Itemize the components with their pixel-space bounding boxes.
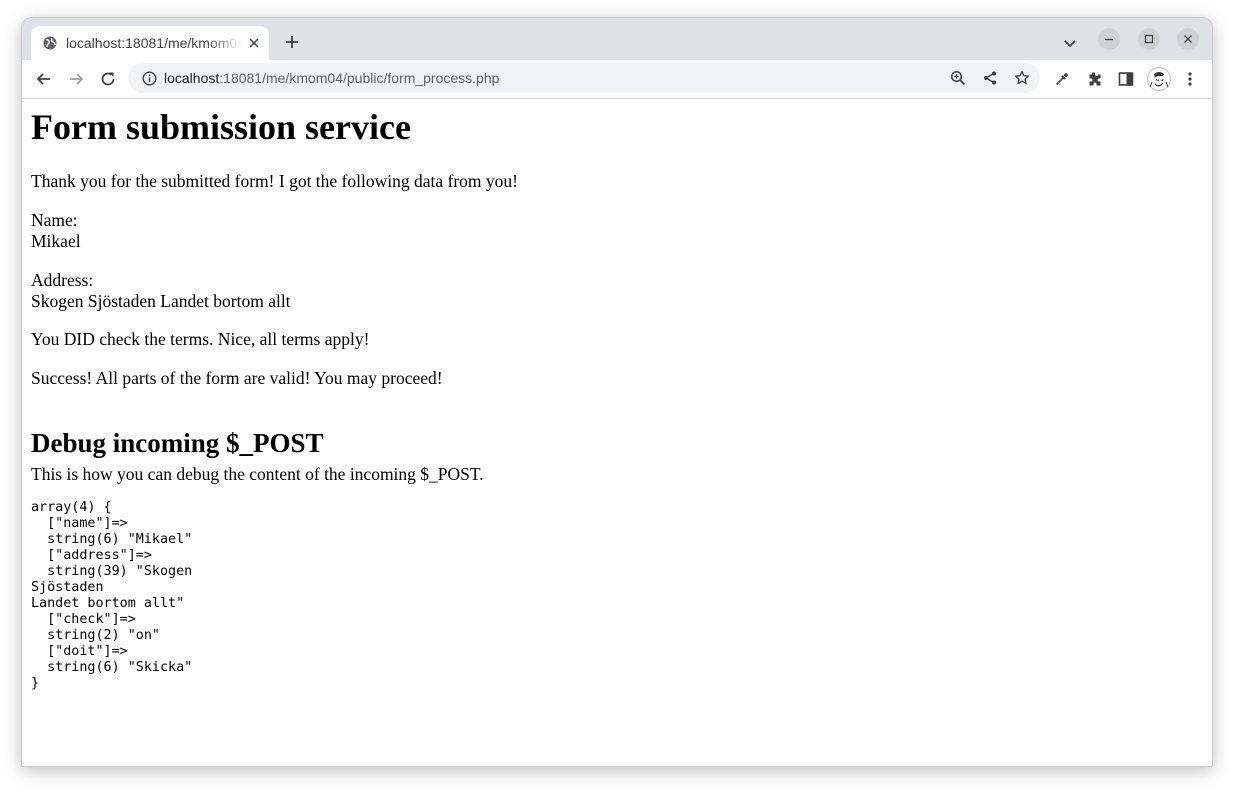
url-path: :18081/me/kmom04/public/form_process.php xyxy=(219,70,500,86)
zoom-icon[interactable] xyxy=(950,70,966,86)
browser-toolbar: localhost:18081/me/kmom04/public/form_pr… xyxy=(22,60,1212,99)
info-icon[interactable] xyxy=(142,71,157,86)
forward-arrow-icon[interactable] xyxy=(67,70,85,88)
minimize-icon xyxy=(1105,38,1113,41)
address-value: Skogen Sjöstaden Landet bortom allt xyxy=(31,291,291,311)
success-text: Success! All parts of the form are valid… xyxy=(31,368,443,388)
debug-dump: array(4) { ["name"]=> string(6) "Mikael"… xyxy=(31,500,193,691)
extensions-icon[interactable] xyxy=(1086,71,1102,87)
menu-kebab-icon[interactable] xyxy=(1182,71,1198,87)
url-text[interactable]: localhost:18081/me/kmom04/public/form_pr… xyxy=(164,70,499,86)
profile-avatar-icon[interactable] xyxy=(1147,67,1171,91)
eyedropper-icon[interactable] xyxy=(1054,71,1070,87)
browser-window: localhost:18081/me/kmom04/public/form_pr… xyxy=(22,18,1212,766)
reload-icon[interactable] xyxy=(99,70,117,88)
tab-title: localhost:18081/me/kmom04/public/form_pr… xyxy=(66,35,242,51)
share-icon[interactable] xyxy=(982,70,998,86)
address-label: Address: xyxy=(31,270,94,290)
close-icon xyxy=(1184,35,1192,43)
name-label: Name: xyxy=(31,210,78,230)
debug-heading: Debug incoming $_POST xyxy=(31,428,324,458)
name-value: Mikael xyxy=(31,231,81,251)
address-bar[interactable]: localhost:18081/me/kmom04/public/form_pr… xyxy=(128,63,1040,93)
back-arrow-icon[interactable] xyxy=(35,70,53,88)
intro-text: Thank you for the submitted form! I got … xyxy=(31,171,518,191)
bookmark-star-icon[interactable] xyxy=(1014,70,1030,86)
chevron-down-icon[interactable] xyxy=(1062,35,1078,51)
tab-strip: localhost:18081/me/kmom04/public/form_pr… xyxy=(22,18,1212,60)
close-window-button[interactable] xyxy=(1177,28,1199,50)
close-tab-icon[interactable] xyxy=(246,35,262,51)
url-host: localhost xyxy=(164,70,220,86)
debug-intro: This is how you can debug the content of… xyxy=(31,464,484,484)
page-title: Form submission service xyxy=(31,107,411,147)
terms-text: You DID check the terms. Nice, all terms… xyxy=(31,329,370,349)
minimize-button[interactable] xyxy=(1098,28,1120,50)
maximize-button[interactable] xyxy=(1138,28,1160,50)
page-content: Form submission service Thank you for th… xyxy=(22,99,1212,766)
globe-icon xyxy=(43,36,57,50)
browser-tab[interactable]: localhost:18081/me/kmom04/public/form_pr… xyxy=(31,26,269,60)
new-tab-icon[interactable] xyxy=(284,34,300,50)
maximize-icon xyxy=(1144,34,1154,44)
side-panel-icon[interactable] xyxy=(1118,71,1134,87)
